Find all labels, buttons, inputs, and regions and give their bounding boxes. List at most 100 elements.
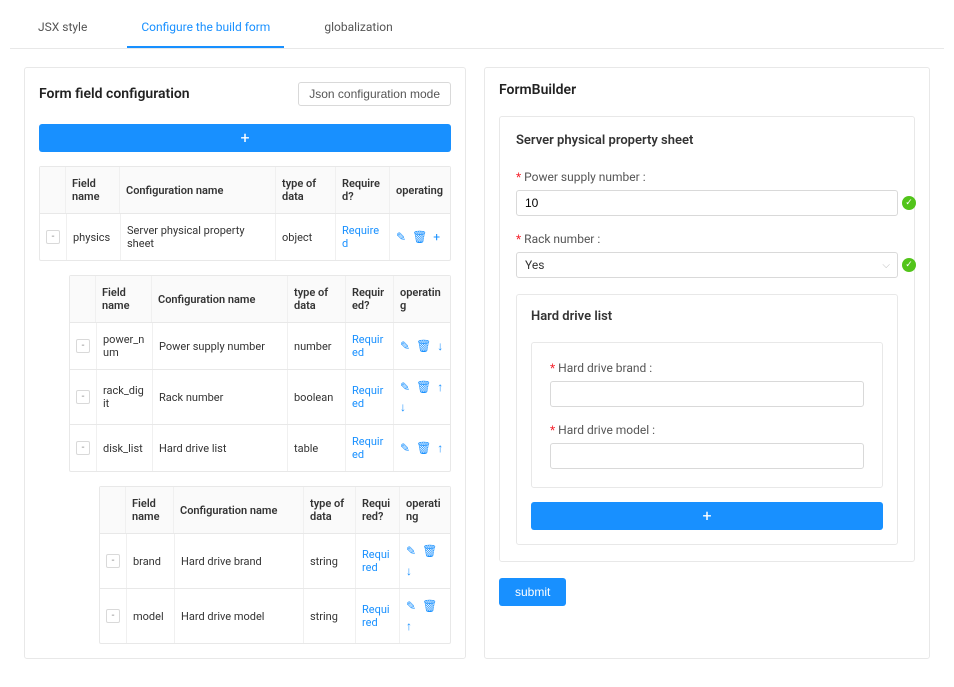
- cell-required: Required: [356, 589, 400, 643]
- table-row: - power_num Power supply number number R…: [70, 323, 450, 370]
- collapse-button[interactable]: -: [46, 230, 60, 244]
- delete-icon[interactable]: 🗑: [416, 441, 431, 455]
- cell-config-name: Hard drive list: [153, 425, 288, 471]
- hard-drive-item: *Hard drive brand : *Hard drive model :: [531, 342, 883, 488]
- th-config-name: Configuration name: [120, 167, 276, 213]
- hard-drive-card: Hard drive list *Hard drive brand : *Har…: [516, 294, 898, 545]
- th-required: Required?: [356, 487, 400, 533]
- cell-data-type: string: [304, 534, 356, 588]
- cell-required: Required: [356, 534, 400, 588]
- cell-data-type: number: [288, 323, 346, 369]
- level2-table: Field name Configuration name type of da…: [99, 486, 451, 644]
- cell-data-type: boolean: [288, 370, 346, 424]
- form-section-title: Server physical property sheet: [516, 133, 898, 148]
- hard-drive-title: Hard drive list: [531, 309, 883, 324]
- edit-icon[interactable]: ✎: [396, 230, 406, 244]
- th-config-name: Configuration name: [174, 487, 304, 533]
- cell-required: Required: [336, 214, 390, 260]
- expand-header: [70, 276, 96, 322]
- th-required: Required?: [346, 276, 394, 322]
- collapse-button[interactable]: -: [76, 390, 90, 404]
- edit-icon[interactable]: ✎: [400, 441, 410, 455]
- formbuilder-panel: FormBuilder Server physical property she…: [484, 67, 930, 659]
- delete-icon[interactable]: 🗑: [416, 339, 431, 353]
- add-root-field-button[interactable]: +: [39, 124, 451, 152]
- plus-icon[interactable]: +: [433, 230, 440, 244]
- submit-button[interactable]: submit: [499, 578, 566, 606]
- table-row: - model Hard drive model string Required…: [100, 589, 450, 643]
- cell-config-name: Power supply number: [153, 323, 288, 369]
- cell-data-type: object: [276, 214, 336, 260]
- power-supply-label: *Power supply number :: [516, 170, 898, 184]
- add-hard-drive-button[interactable]: +: [531, 502, 883, 530]
- cell-operating: ✎ 🗑 ↑: [400, 589, 450, 643]
- expand-header: [100, 487, 126, 533]
- brand-label: *Hard drive brand :: [550, 361, 864, 375]
- th-config-name: Configuration name: [152, 276, 288, 322]
- cell-operating: ✎ 🗑 ↓: [400, 534, 450, 588]
- edit-icon[interactable]: ✎: [406, 599, 416, 613]
- cell-field-name: physics: [67, 214, 121, 260]
- delete-icon[interactable]: 🗑: [416, 380, 431, 394]
- brand-input[interactable]: [550, 381, 864, 407]
- collapse-button[interactable]: -: [106, 609, 120, 623]
- form-card: Server physical property sheet *Power su…: [499, 116, 915, 562]
- power-supply-row: *Power supply number : ✓: [516, 170, 898, 216]
- table-row: - rack_digit Rack number boolean Require…: [70, 370, 450, 425]
- up-icon[interactable]: ↑: [437, 380, 443, 394]
- collapse-button[interactable]: -: [76, 441, 90, 455]
- power-supply-input[interactable]: [516, 190, 898, 216]
- form-field-config-panel: Form field configuration Json configurat…: [24, 67, 466, 659]
- down-icon[interactable]: ↓: [400, 400, 406, 414]
- th-field-name: Field name: [96, 276, 152, 322]
- model-input[interactable]: [550, 443, 864, 469]
- edit-icon[interactable]: ✎: [400, 339, 410, 353]
- content-area: Form field configuration Json configurat…: [10, 49, 944, 677]
- tabs-bar: JSX style Configure the build form globa…: [10, 10, 944, 49]
- cell-required: Required: [346, 323, 394, 369]
- th-data-type: type of data: [304, 487, 356, 533]
- cell-operating: ✎ 🗑 ↓: [394, 323, 450, 369]
- cell-operating: ✎ 🗑 ↑ ↓: [394, 370, 450, 424]
- up-icon[interactable]: ↑: [437, 441, 443, 455]
- cell-config-name: Hard drive brand: [175, 534, 304, 588]
- cell-field-name: power_num: [97, 323, 153, 369]
- collapse-button[interactable]: -: [106, 554, 120, 568]
- delete-icon[interactable]: 🗑: [422, 544, 437, 558]
- cell-field-name: rack_digit: [97, 370, 153, 424]
- tab-configure-build-form[interactable]: Configure the build form: [127, 10, 284, 48]
- edit-icon[interactable]: ✎: [400, 380, 410, 394]
- cell-field-name: model: [127, 589, 175, 643]
- cell-data-type: string: [304, 589, 356, 643]
- collapse-button[interactable]: -: [76, 339, 90, 353]
- down-icon[interactable]: ↓: [406, 564, 412, 578]
- th-data-type: type of data: [276, 167, 336, 213]
- rack-number-label: *Rack number :: [516, 232, 898, 246]
- th-field-name: Field name: [126, 487, 174, 533]
- chevron-down-icon: ⌵: [882, 260, 890, 271]
- root-table: Field name Configuration name type of da…: [39, 166, 451, 261]
- down-icon[interactable]: ↓: [437, 339, 443, 353]
- model-label: *Hard drive model :: [550, 423, 864, 437]
- tab-globalization[interactable]: globalization: [310, 10, 406, 48]
- table-row: - brand Hard drive brand string Required…: [100, 534, 450, 589]
- th-operating: operating: [394, 276, 450, 322]
- th-required: Required?: [336, 167, 390, 213]
- edit-icon[interactable]: ✎: [406, 544, 416, 558]
- tab-jsx-style[interactable]: JSX style: [24, 10, 101, 48]
- config-panel-title: Form field configuration: [39, 86, 190, 102]
- rack-number-select[interactable]: Yes: [516, 252, 898, 278]
- cell-config-name: Rack number: [153, 370, 288, 424]
- formbuilder-title: FormBuilder: [499, 82, 576, 98]
- delete-icon[interactable]: 🗑: [412, 230, 427, 244]
- table-row: - physics Server physical property sheet…: [40, 214, 450, 260]
- json-config-mode-button[interactable]: Json configuration mode: [298, 82, 451, 106]
- expand-header: [40, 167, 66, 213]
- up-icon[interactable]: ↑: [406, 619, 412, 633]
- cell-field-name: brand: [127, 534, 175, 588]
- cell-required: Required: [346, 425, 394, 471]
- cell-required: Required: [346, 370, 394, 424]
- delete-icon[interactable]: 🗑: [422, 599, 437, 613]
- table-row: - disk_list Hard drive list table Requir…: [70, 425, 450, 471]
- cell-data-type: table: [288, 425, 346, 471]
